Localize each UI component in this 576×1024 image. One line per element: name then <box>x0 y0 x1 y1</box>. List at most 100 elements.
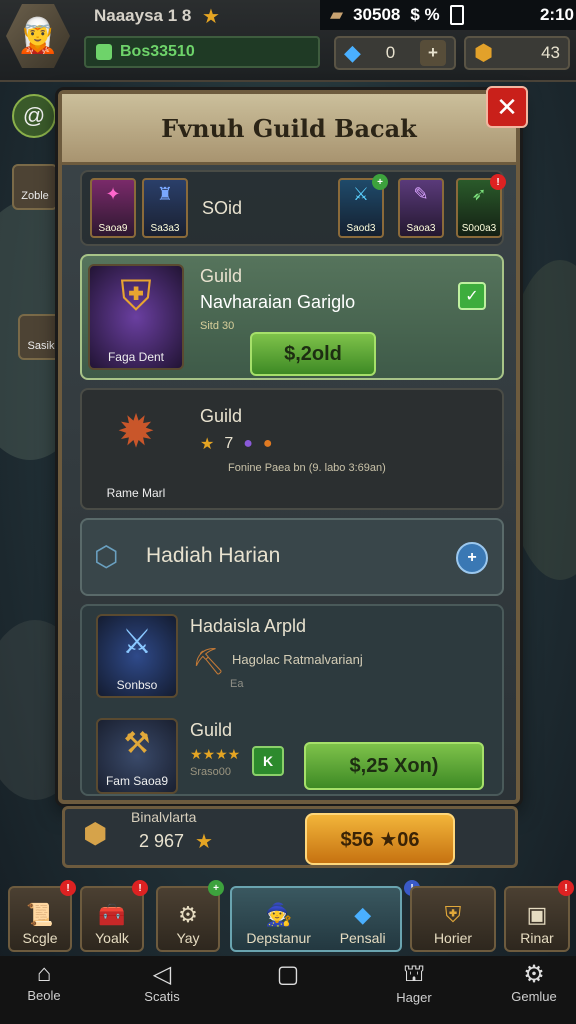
star-icon: ★ <box>202 6 220 28</box>
tab-label: Scgle <box>22 930 58 946</box>
gear-icon: ⚙ <box>178 902 198 927</box>
status-bar: ▰ 30508 $ % 2:10 <box>320 0 576 30</box>
guild-name: Navharaian Gariglo <box>200 292 356 312</box>
reward-icon[interactable]: ⚒ Fam Saoa9 <box>96 718 178 794</box>
reward-stars: ★★★★ <box>190 746 241 762</box>
castle-icon: ⌂ <box>36 960 52 987</box>
nav-label: Gemlue <box>511 989 557 1004</box>
pickaxe-icon: ⛏ <box>192 646 226 676</box>
side-label: Zoble <box>21 190 49 202</box>
crystal-blade-icon: ⚔ <box>121 623 153 661</box>
star-icon: ★ <box>200 436 215 453</box>
xp-bar: Bos33510 <box>84 36 320 68</box>
nav-home[interactable]: ▢ <box>238 960 338 989</box>
menu-round-button[interactable]: @ <box>12 94 56 138</box>
daily-reward-header[interactable]: ⬡ Hadiah Harian + <box>80 518 504 596</box>
offer-label: Binalvlarta <box>131 809 197 825</box>
guild-sub: Sitd 30 <box>200 320 235 332</box>
clock: 2:10 <box>539 5 574 24</box>
close-button[interactable]: ✕ <box>486 86 528 128</box>
gear-icon: ⚙ <box>523 961 545 988</box>
expand-plus-button[interactable]: + <box>456 542 488 574</box>
tab-label: Depstanur <box>246 930 311 946</box>
gold-icon: ⬢ <box>474 40 494 65</box>
selected-check-icon[interactable]: ✓ <box>458 282 486 310</box>
rewards-panel: ⚔ Sonbso Hadaisla Arpld ⛏ Hagolac Ratmal… <box>80 604 504 796</box>
reward-caption: Sonbso <box>116 678 158 692</box>
nav-hager[interactable]: ⛫ Hager <box>364 960 464 1005</box>
guild-desc: Fonine Paea bn (9. labo 3:69an) <box>228 462 386 474</box>
bottom-offer-bar: ⬢ Binalvlarta 2 967 ★ $56 ★06 <box>62 806 518 868</box>
crest-emblem-icon: ✹ <box>116 405 156 457</box>
axe-icon: ⚒ <box>123 727 151 760</box>
alert-badge-icon: ! <box>60 880 76 896</box>
star-icon: ★ <box>195 831 213 853</box>
add-gems-button[interactable]: + <box>419 40 446 66</box>
nav-gemlue[interactable]: ⚙ Gemlue <box>484 960 576 1004</box>
tab-yoalk[interactable]: 🧰 Yoalk! <box>80 880 148 952</box>
crystal-icon: ✦ <box>105 184 121 204</box>
shield-icon: ⬡ <box>94 541 119 572</box>
nav-beole[interactable]: ⌂ Beole <box>0 960 94 1003</box>
gem-icon: ◆ <box>354 902 372 927</box>
reward-icon[interactable]: ⚔ Sonbso <box>96 614 178 698</box>
guild-card-selected[interactable]: ⛨ Faga Dent Guild Navharaian Gariglo Sit… <box>80 254 504 380</box>
hero-portrait-icon: 🧙 <box>264 902 293 927</box>
guild-title: Guild <box>200 266 243 286</box>
gold-resource: ⬢ 43 <box>464 36 570 70</box>
top-items-row: ✦ Saoa9 ♜ Sa3a3 SOid ⚔ Saod3 + ✎ Saoa3 ➶… <box>80 170 506 246</box>
swirl-icon: @ <box>22 103 46 128</box>
modal-title: Fvnuh Guild Bacak <box>62 94 516 165</box>
gem-value: 0 <box>385 43 396 62</box>
alert-badge-icon: ! <box>490 174 506 190</box>
status-stat: 30508 <box>353 5 401 24</box>
tab-label: Pensali <box>339 930 386 946</box>
tab-label: Yoalk <box>95 930 129 946</box>
side-label: Sasik <box>27 340 55 352</box>
side-button-left-1[interactable]: Zoble <box>12 164 58 210</box>
guild-modal: Fvnuh Guild Bacak ✦ Saoa9 ♜ Sa3a3 SOid ⚔… <box>58 90 520 804</box>
reward-desc: Hagolac Ratmalvarianj <box>232 652 363 667</box>
nav-back[interactable]: ◁ Scatis <box>112 960 212 1004</box>
scroll-icon: ✎ <box>413 184 429 204</box>
item-slot[interactable]: ➶ S0o0a3 ! <box>456 174 506 238</box>
player-avatar[interactable]: 🧝 <box>6 4 70 68</box>
back-triangle-icon: ◁ <box>152 961 172 988</box>
daily-title: Hadiah Harian <box>146 544 281 567</box>
tab-rinar[interactable]: ▣ Rinar! <box>504 880 574 952</box>
reward-caption: Fam Saoa9 <box>105 774 169 788</box>
tab-depstanur[interactable]: 🧙Depstanur ◆Pensali ! <box>230 880 420 952</box>
alert-badge-icon: ! <box>558 880 574 896</box>
item-slot[interactable]: ✦ Saoa9 <box>90 178 136 238</box>
reward-title: Guild <box>190 720 233 740</box>
tab-horier[interactable]: ⛨ Horier <box>410 886 496 952</box>
claim-reward-button[interactable]: $,25 Xon) <box>304 742 484 790</box>
nav-label: Beole <box>27 988 61 1003</box>
home-square-icon: ▢ <box>276 961 300 988</box>
offer-value: 2 967 <box>139 831 185 851</box>
guild-stars: 7 <box>224 435 234 452</box>
tab-label: Rinar <box>520 930 554 946</box>
item-caption: Saod3 <box>346 223 376 234</box>
item-slot[interactable]: ♜ Sa3a3 <box>142 178 188 238</box>
signal-text: $ % <box>410 5 440 24</box>
blade-icon: ➶ <box>471 184 487 204</box>
xp-text: Bos33510 <box>120 43 195 60</box>
tab-scgle[interactable]: 📜 Scgle! <box>8 880 76 952</box>
plus-badge-icon: + <box>372 174 388 190</box>
sword-icon: ⚔ <box>352 184 370 204</box>
nav-label: Hager <box>396 990 432 1005</box>
tab-yay[interactable]: ⚙ Yay + <box>156 880 224 952</box>
reward-title: Hadaisla Arpld <box>190 616 307 636</box>
join-guild-button[interactable]: $,2old <box>250 332 376 376</box>
reward-tag[interactable]: K <box>252 746 284 776</box>
guild-card[interactable]: ✹ Rame Marl Guild ★ 7 ● ● Fonine Paea bn… <box>80 388 504 510</box>
item-caption: Saoa3 <box>406 223 436 234</box>
item-caption: S0o0a3 <box>461 223 497 234</box>
fire-orb-icon: ● <box>262 435 273 452</box>
shield-emblem-icon: ⛨ <box>120 272 152 319</box>
item-slot[interactable]: ✎ Saoa3 <box>398 178 444 238</box>
offer-buy-button[interactable]: $56 ★06 <box>305 813 455 865</box>
item-slot[interactable]: ⚔ Saod3 + <box>338 174 388 238</box>
helmet-icon: ⛨ <box>444 902 462 927</box>
